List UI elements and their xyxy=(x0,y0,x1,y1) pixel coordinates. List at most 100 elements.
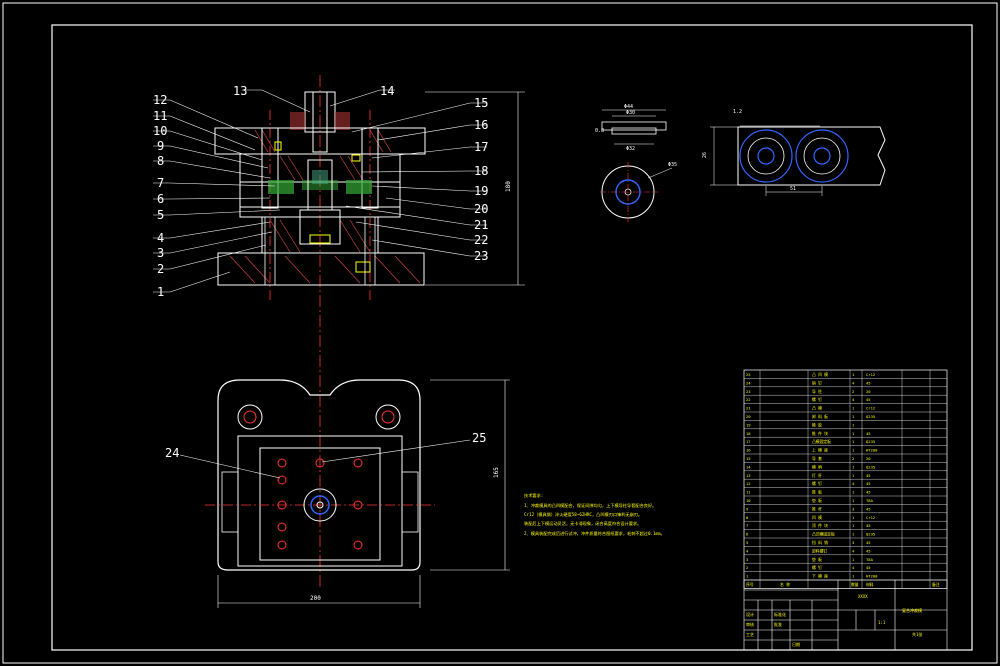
svg-text:日期: 日期 xyxy=(792,641,800,647)
bom-cell: 导 柱 xyxy=(812,389,822,394)
balloon-20: 20 xyxy=(474,202,488,216)
bom-cell: 2 xyxy=(852,456,854,461)
svg-text:Φ35: Φ35 xyxy=(668,162,677,168)
svg-text:26: 26 xyxy=(702,152,708,158)
bom-cell: 45 xyxy=(866,506,871,511)
balloon-2: 2 xyxy=(157,262,164,276)
bom-cell: 1 xyxy=(852,515,855,520)
balloon-8: 8 xyxy=(157,154,164,168)
bom-cell: 上 模 座 xyxy=(812,448,828,453)
bom-cell: 2 xyxy=(852,389,854,394)
bom-cell: 45 xyxy=(866,380,871,385)
bom-cell: Q235 xyxy=(866,414,875,419)
balloon-11: 11 xyxy=(153,109,167,123)
bom-cell: 7 xyxy=(746,523,748,528)
bom-cell: 5 xyxy=(746,540,748,545)
bom-header-cell: 材料 xyxy=(866,582,874,587)
bom-cell: 10 xyxy=(746,498,751,503)
bom-cell: 螺 钉 xyxy=(812,481,822,486)
bom-cell: 1 xyxy=(852,372,855,377)
balloon-19: 19 xyxy=(474,184,488,198)
bom-cell: 凸模固定板 xyxy=(812,439,831,444)
bom-cell: 4 xyxy=(852,565,855,570)
bom-cell: 1 xyxy=(852,406,855,411)
bom-cell: Q235 xyxy=(866,464,875,469)
tech-line-4: 2、模具装配完成后进行试冲，冲件质量符合图纸要求，毛刺不超过0.1mm。 xyxy=(524,530,665,537)
bom-cell: 1 xyxy=(852,439,855,444)
bom-cell: 19 xyxy=(746,422,751,427)
balloon-21: 21 xyxy=(474,218,488,232)
svg-text:51: 51 xyxy=(790,186,796,192)
bom-cell: 13 xyxy=(746,473,751,478)
bom-cell: 打 杆 xyxy=(812,473,822,478)
bom-cell: 22 xyxy=(746,397,751,402)
bom-cell: 12 xyxy=(746,481,751,486)
balloon-10: 10 xyxy=(153,124,167,138)
svg-text:工艺: 工艺 xyxy=(746,632,754,637)
plan-view xyxy=(179,379,510,608)
bom-cell: 下 模 座 xyxy=(812,574,828,579)
bom-cell: 顶 件 块 xyxy=(812,523,828,528)
bom-cell: 20 xyxy=(866,389,871,394)
balloon-25: 25 xyxy=(472,431,486,445)
balloon-3: 3 xyxy=(157,246,164,260)
balloon-22: 22 xyxy=(474,233,488,247)
bom-cell: 15 xyxy=(746,456,751,461)
bom-cell: 25 xyxy=(746,372,751,377)
inner-border xyxy=(51,24,973,651)
bom-cell: 1 xyxy=(852,490,855,495)
bom-cell: 螺 钉 xyxy=(812,565,822,570)
balloon-1: 1 xyxy=(157,285,164,299)
bom-cell: 3 xyxy=(852,506,854,511)
dim-plan-width: 200 xyxy=(310,595,321,602)
bom-cell: 3 xyxy=(746,557,748,562)
tech-title: 技术要求: xyxy=(524,492,543,499)
bom-cell: 14 xyxy=(746,464,751,469)
bom-cell: 20 xyxy=(866,456,871,461)
bom-header-cell: 数量 xyxy=(851,582,859,587)
bom-cell: Q235 xyxy=(866,439,875,444)
bom-cell: 16 xyxy=(746,448,751,453)
bom-cell: 45 xyxy=(866,548,871,553)
bom-cell: 垫 板 xyxy=(812,498,822,503)
svg-text:标准化: 标准化 xyxy=(774,611,786,617)
school-name: XXXX xyxy=(858,594,868,599)
bom-cell: 23 xyxy=(746,389,751,394)
balloon-18: 18 xyxy=(474,164,488,178)
leader-lines-left xyxy=(153,99,281,293)
bom-cell: 1 xyxy=(852,557,855,562)
svg-text:批准: 批准 xyxy=(774,621,782,627)
bom-cell: 推 板 xyxy=(812,490,822,495)
bom-cell: 4 xyxy=(852,380,855,385)
bom-cell: 1 xyxy=(746,574,749,579)
bom-cell: 21 xyxy=(746,406,751,411)
bom-cell: 挡 料 销 xyxy=(812,540,828,545)
bom-cell: 螺 钉 xyxy=(812,397,822,402)
bom-cell: 4 xyxy=(852,548,855,553)
bom-cell: 45 xyxy=(866,540,871,545)
bom-cell: 1 xyxy=(852,448,855,453)
svg-text:1.2: 1.2 xyxy=(733,109,742,115)
bom-cell: 导 套 xyxy=(812,456,822,461)
bom-cell: 3 xyxy=(852,540,854,545)
bom-cell: HT200 xyxy=(866,448,878,453)
bom-cell: 销 钉 xyxy=(812,380,822,385)
svg-text:Φ30: Φ30 xyxy=(626,110,635,116)
balloon-5: 5 xyxy=(157,208,164,222)
balloon-12: 12 xyxy=(153,93,167,107)
bom-cell: 6 xyxy=(746,532,749,537)
svg-text:审核: 审核 xyxy=(746,621,754,627)
bom-cell: T8A xyxy=(866,557,874,562)
bom-cell: 8 xyxy=(746,515,749,520)
balloon-16: 16 xyxy=(474,118,488,132)
bom-cell: 1 xyxy=(852,431,855,436)
bom-cell: 凸凹模固定板 xyxy=(812,532,835,537)
drawing-name: 复合冲裁模 xyxy=(902,607,922,613)
bom-header-cell: 序号 xyxy=(746,582,754,587)
bom-cell: 垫 板 xyxy=(812,557,822,562)
bom-cell: 45 xyxy=(866,473,871,478)
title-block-text: 复合冲裁模 XXXX 1:1 共1张 设计 审核 工艺 标准化 批准 日期 xyxy=(746,594,922,647)
strip-layout xyxy=(710,125,886,196)
bom-cell: 45 xyxy=(866,481,871,486)
bom-cell: 45 xyxy=(866,490,871,495)
